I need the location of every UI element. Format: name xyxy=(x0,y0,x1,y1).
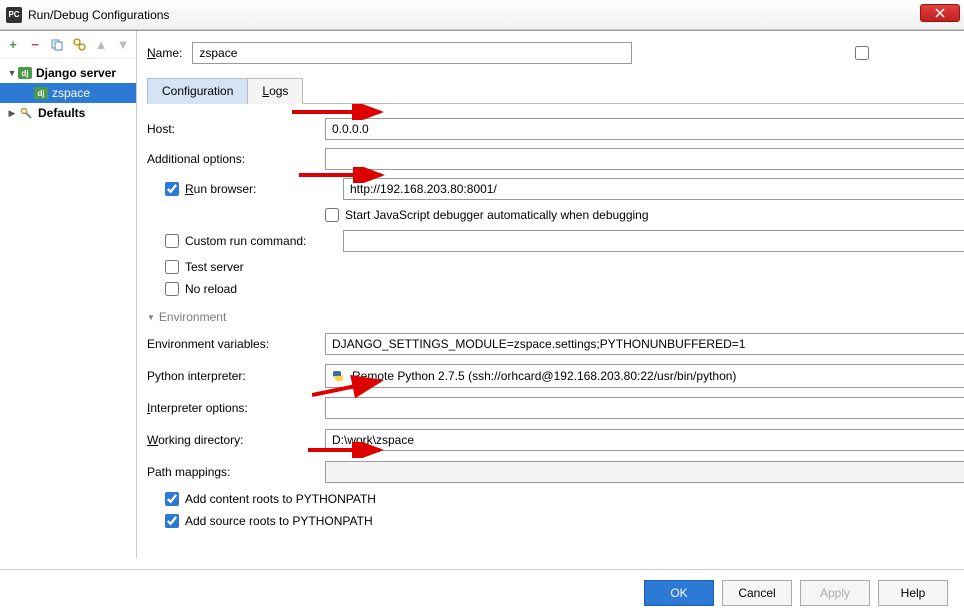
close-icon xyxy=(934,8,946,18)
chevron-down-icon: ▼ xyxy=(147,313,155,322)
source-roots-checkbox[interactable]: Add source roots to PYTHONPATH xyxy=(165,514,373,528)
settings-icon[interactable] xyxy=(72,38,86,52)
js-debugger-checkbox[interactable]: Start JavaScript debugger automatically … xyxy=(325,208,649,222)
addl-options-label: Additional options: xyxy=(147,152,317,166)
config-tree: ▼ dj Django server dj zspace ▶ Defaults xyxy=(0,59,136,123)
django-icon: dj xyxy=(34,87,48,99)
py-interp-select[interactable]: Remote Python 2.7.5 (ssh://orhcard@192.1… xyxy=(325,364,964,388)
remove-icon[interactable]: − xyxy=(28,38,42,52)
django-icon: dj xyxy=(18,67,32,79)
help-button[interactable]: Help xyxy=(878,580,948,606)
titlebar: PC Run/Debug Configurations xyxy=(0,0,964,30)
ok-button[interactable]: OK xyxy=(644,580,714,606)
config-form: Host: Port: Additional options: Run brow… xyxy=(147,110,964,536)
no-reload-checkbox[interactable]: No reload xyxy=(165,282,237,296)
name-input[interactable] xyxy=(192,42,632,64)
run-browser-input[interactable] xyxy=(343,178,964,200)
interp-opts-label: Interpreter options: xyxy=(147,401,317,415)
tab-configuration[interactable]: Configuration xyxy=(147,78,248,104)
interp-opts-input[interactable] xyxy=(325,397,964,419)
dialog-footer: OK Cancel Apply Help xyxy=(0,569,964,615)
expand-icon: ▶ xyxy=(6,108,18,119)
run-browser-checkbox[interactable]: Run browser: xyxy=(165,182,335,196)
tree-node-defaults[interactable]: ▶ Defaults xyxy=(0,103,136,123)
pathmap-label: Path mappings: xyxy=(147,465,317,479)
main-area: + − ▲ ▼ ▼ dj Django server dj zspace ▶ xyxy=(0,30,964,558)
custom-run-checkbox[interactable]: Custom run command: xyxy=(165,234,335,248)
addl-options-input[interactable] xyxy=(325,148,964,170)
tree-node-django-server[interactable]: ▼ dj Django server xyxy=(0,63,136,83)
env-vars-label: Environment variables: xyxy=(147,337,317,351)
cancel-button[interactable]: Cancel xyxy=(722,580,792,606)
app-icon: PC xyxy=(6,7,22,23)
name-label: Name: xyxy=(147,46,182,60)
share-checkbox[interactable]: Share xyxy=(642,46,964,60)
wrench-icon xyxy=(18,106,34,120)
tab-logs[interactable]: Logs xyxy=(247,78,303,104)
custom-run-input[interactable] xyxy=(343,230,964,252)
window-title: Run/Debug Configurations xyxy=(28,8,169,22)
content-roots-checkbox[interactable]: Add content roots to PYTHONPATH xyxy=(165,492,376,506)
up-icon[interactable]: ▲ xyxy=(94,38,108,52)
workdir-label: Working directory: xyxy=(147,433,317,447)
sidebar-toolbar: + − ▲ ▼ xyxy=(0,31,136,59)
tree-node-zspace[interactable]: dj zspace xyxy=(0,83,136,103)
env-vars-input[interactable] xyxy=(325,333,964,355)
sidebar: + − ▲ ▼ ▼ dj Django server dj zspace ▶ xyxy=(0,31,137,558)
py-interp-label: Python interpreter: xyxy=(147,369,317,383)
pathmap-input[interactable] xyxy=(325,461,964,483)
apply-button[interactable]: Apply xyxy=(800,580,870,606)
host-label: Host: xyxy=(147,122,317,136)
workdir-input[interactable] xyxy=(325,429,964,451)
python-icon xyxy=(330,368,346,384)
add-icon[interactable]: + xyxy=(6,38,20,52)
expand-icon: ▼ xyxy=(6,68,18,78)
copy-icon[interactable] xyxy=(50,38,64,52)
down-icon[interactable]: ▼ xyxy=(116,38,130,52)
close-button[interactable] xyxy=(920,4,960,22)
environment-section-header[interactable]: ▼ Environment xyxy=(147,310,964,324)
name-row: Name: Share Single instance only xyxy=(147,39,964,67)
tabs: Configuration Logs xyxy=(147,77,964,104)
test-server-checkbox[interactable]: Test server xyxy=(165,260,244,274)
content-panel: Name: Share Single instance only Configu… xyxy=(137,31,964,558)
host-input[interactable] xyxy=(325,118,964,140)
